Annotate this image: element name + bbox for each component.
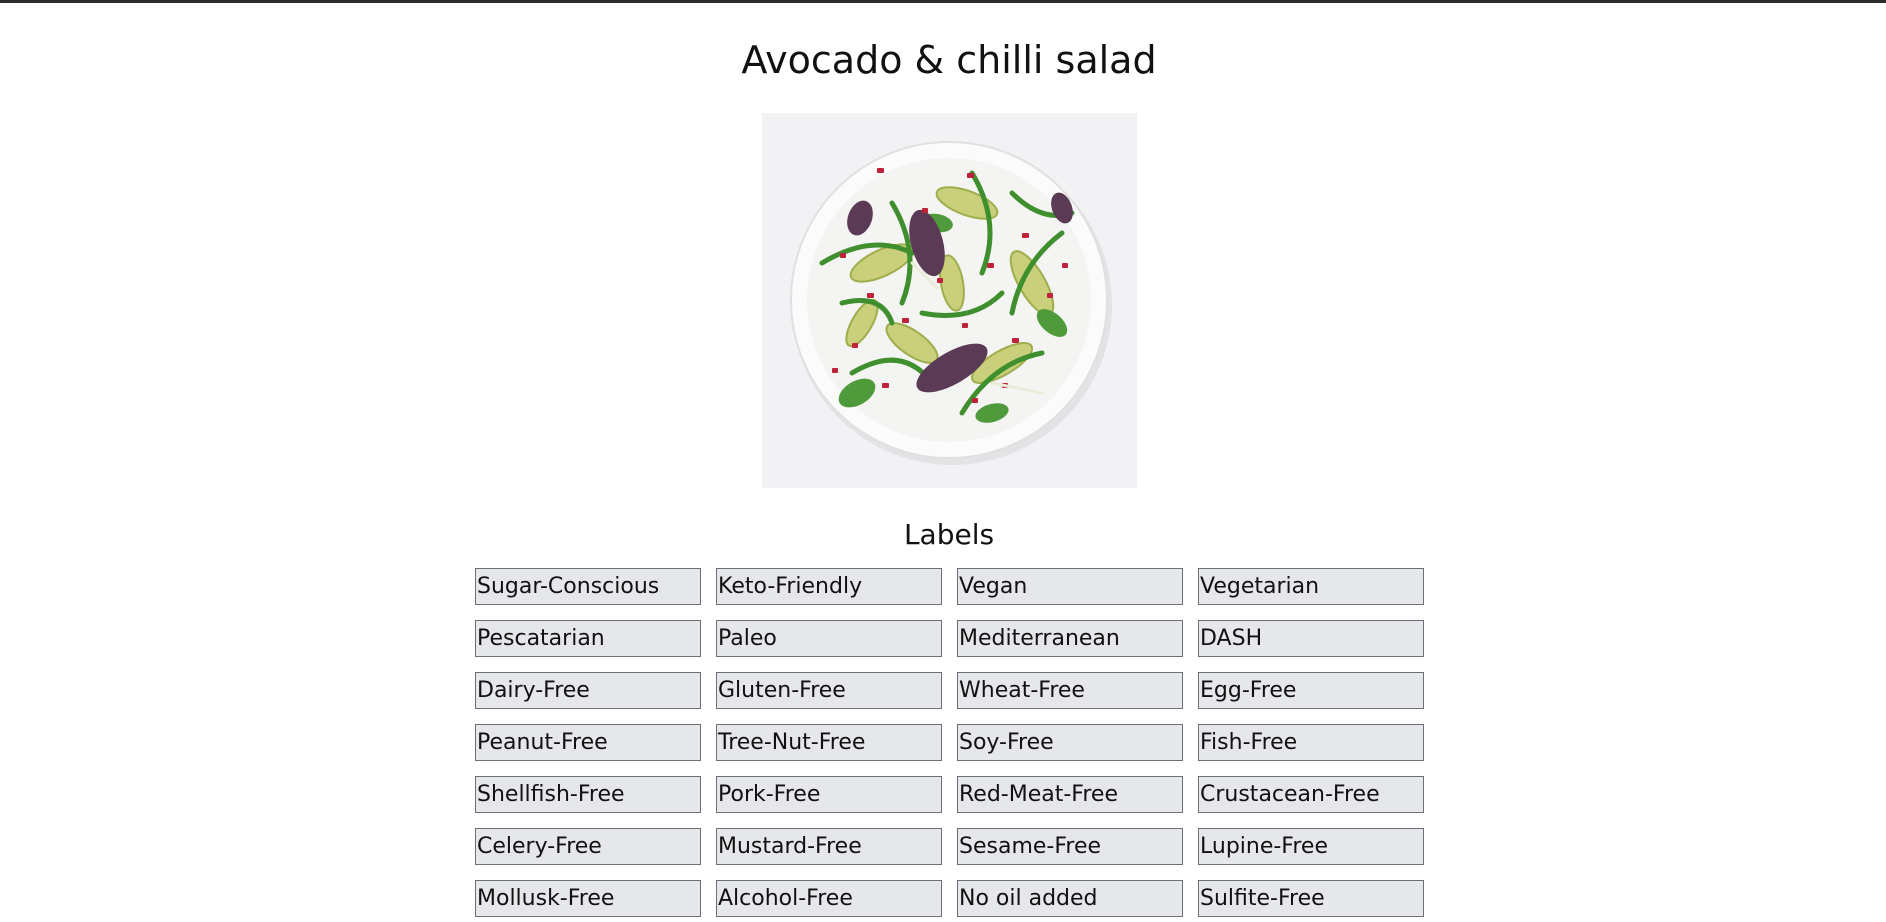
label-chip-sesame-free: Sesame-Free <box>957 828 1183 865</box>
label-chip-keto-friendly: Keto-Friendly <box>716 568 942 605</box>
salad-bowl-illustration <box>762 113 1137 488</box>
label-chip-pork-free: Pork-Free <box>716 776 942 813</box>
label-chip-dash: DASH <box>1198 620 1424 657</box>
label-chip-lupine-free: Lupine-Free <box>1198 828 1424 865</box>
label-chip-wheat-free: Wheat-Free <box>957 672 1183 709</box>
label-chip-vegan: Vegan <box>957 568 1183 605</box>
label-chip-soy-free: Soy-Free <box>957 724 1183 761</box>
label-chip-pescatarian: Pescatarian <box>475 620 701 657</box>
label-chip-peanut-free: Peanut-Free <box>475 724 701 761</box>
label-chip-red-meat-free: Red-Meat-Free <box>957 776 1183 813</box>
label-chip-mollusk-free: Mollusk-Free <box>475 880 701 917</box>
label-chip-celery-free: Celery-Free <box>475 828 701 865</box>
label-chip-tree-nut-free: Tree-Nut-Free <box>716 724 942 761</box>
label-chip-vegetarian: Vegetarian <box>1198 568 1424 605</box>
label-chip-paleo: Paleo <box>716 620 942 657</box>
recipe-image <box>762 113 1137 488</box>
label-chip-alcohol-free: Alcohol-Free <box>716 880 942 917</box>
label-chip-sulfite-free: Sulfite-Free <box>1198 880 1424 917</box>
label-chip-no-oil-added: No oil added <box>957 880 1183 917</box>
label-chip-shellfish-free: Shellfish-Free <box>475 776 701 813</box>
top-border <box>0 0 1886 3</box>
label-chip-sugar-conscious: Sugar-Conscious <box>475 568 701 605</box>
label-chip-egg-free: Egg-Free <box>1198 672 1424 709</box>
recipe-title: Avocado & chilli salad <box>741 38 1157 82</box>
label-chip-dairy-free: Dairy-Free <box>475 672 701 709</box>
label-chip-mediterranean: Mediterranean <box>957 620 1183 657</box>
labels-grid: Sugar-Conscious Keto-Friendly Vegan Vegetar… <box>475 568 1427 917</box>
label-chip-crustacean-free: Crustacean-Free <box>1198 776 1424 813</box>
labels-heading: Labels <box>903 518 995 551</box>
label-chip-mustard-free: Mustard-Free <box>716 828 942 865</box>
label-chip-gluten-free: Gluten-Free <box>716 672 942 709</box>
label-chip-fish-free: Fish-Free <box>1198 724 1424 761</box>
